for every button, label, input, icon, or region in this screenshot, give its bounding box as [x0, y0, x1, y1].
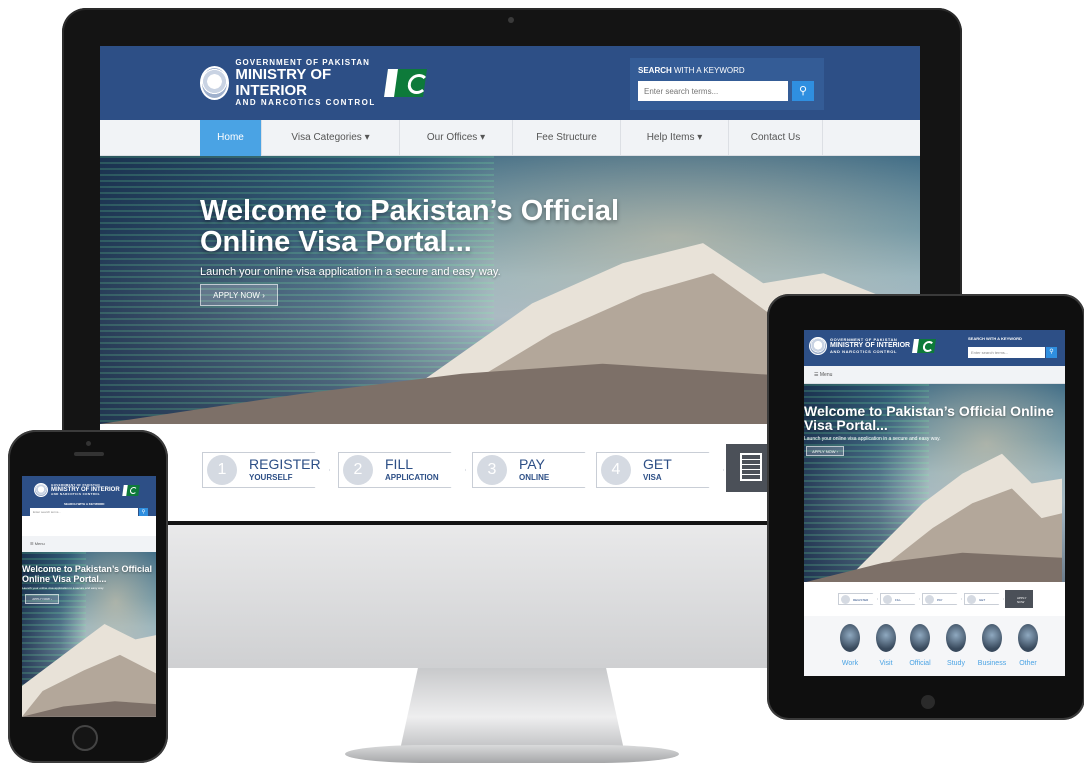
phone-speaker	[74, 452, 104, 456]
nav-contact-us[interactable]: Contact Us	[729, 120, 823, 156]
monitor-stand-neck	[400, 668, 624, 750]
nav-home[interactable]: Home	[200, 120, 262, 156]
visit-visa-icon[interactable]	[876, 624, 896, 652]
monitor-stand-foot	[345, 745, 679, 763]
step-title: GET	[643, 456, 672, 472]
step-register[interactable]: REGISTER	[838, 593, 878, 605]
step-number: 3	[477, 455, 507, 485]
study-visa-icon[interactable]	[946, 624, 966, 652]
search-label: SEARCH WITH A KEYWORD	[968, 336, 1022, 341]
hero-subtitle: Launch your online visa application in a…	[804, 436, 941, 442]
apply-now-button[interactable]: APPLY NOW ›	[25, 594, 59, 604]
nav-visa-categories[interactable]: Visa Categories ▾	[262, 120, 400, 156]
hero-title: Welcome to Pakistan’s Official Online Vi…	[22, 564, 153, 584]
hero-subtitle: Launch your online visa application in a…	[200, 266, 501, 278]
other-visa-icon[interactable]	[1018, 624, 1038, 652]
step-number: 4	[601, 455, 631, 485]
step-subtitle: YOURSELF	[249, 473, 293, 482]
tablet-home-button	[921, 695, 935, 709]
step-fill[interactable]: 2 FILL APPLICATION	[338, 452, 466, 488]
search-input[interactable]: Enter search terms...	[968, 347, 1045, 358]
process-steps: REGISTER FILL PAY GET APPLY NOW	[804, 582, 1065, 616]
hero-title: Welcome to Pakistan’s Official Online Vi…	[804, 403, 1054, 433]
hero-subtitle: Launch your online visa application in a…	[22, 586, 104, 590]
phone-screen: GOVERNMENT OF PAKISTAN MINISTRY OF INTER…	[22, 476, 156, 717]
tablet-site-logo[interactable]: GOVERNMENT OF PAKISTAN MINISTRY OF INTER…	[809, 337, 937, 355]
search-icon: ⚲	[798, 85, 808, 97]
step-get-visa[interactable]: 4 GET VISA	[596, 452, 724, 488]
pakistan-flag-icon	[121, 484, 140, 496]
monitor-camera	[508, 17, 514, 23]
apply-now-tile[interactable]: APPLY NOW	[1005, 590, 1033, 608]
phone-site-logo[interactable]: GOVERNMENT OF PAKISTAN MINISTRY OF INTER…	[34, 483, 140, 497]
nav-help-items[interactable]: Help Items ▾	[621, 120, 729, 156]
hero-title: Welcome to Pakistan’s Official Online Vi…	[200, 195, 620, 258]
step-pay[interactable]: PAY	[922, 593, 962, 605]
logo-line-3: AND NARCOTICS CONTROL	[51, 492, 101, 497]
category-label-other[interactable]: Other	[1011, 660, 1045, 667]
logo-line-3: AND NARCOTICS CONTROL	[830, 348, 898, 354]
logo-text: GOVERNMENT OF PAKISTAN MINISTRY OF INTER…	[235, 58, 380, 107]
search-input[interactable]	[638, 81, 788, 101]
tablet-screen: GOVERNMENT OF PAKISTAN MINISTRY OF INTER…	[804, 330, 1065, 676]
step-subtitle: VISA	[643, 473, 662, 482]
search-panel: SEARCH WITH A KEYWORD ⚲	[630, 58, 824, 110]
phone-camera	[86, 441, 91, 446]
search-button[interactable]: ⚲	[792, 81, 814, 101]
logo-line-3: AND NARCOTICS CONTROL	[235, 97, 376, 107]
step-fill[interactable]: FILL	[880, 593, 920, 605]
phone-site-header: GOVERNMENT OF PAKISTAN MINISTRY OF INTER…	[22, 476, 156, 516]
hero-banner: Welcome to Pakistan’s Official Online Vi…	[22, 552, 156, 717]
search-button[interactable]: ⚲	[1046, 347, 1057, 358]
site-logo[interactable]: GOVERNMENT OF PAKISTAN MINISTRY OF INTER…	[200, 58, 427, 107]
pakistan-flag-icon	[384, 69, 427, 97]
apply-now-button[interactable]: APPLY NOW ›	[806, 446, 844, 456]
nav-our-offices[interactable]: Our Offices ▾	[400, 120, 513, 156]
tablet-site-header: GOVERNMENT OF PAKISTAN MINISTRY OF INTER…	[804, 330, 1065, 366]
site-header: GOVERNMENT OF PAKISTAN MINISTRY OF INTER…	[100, 46, 920, 120]
menu-toggle[interactable]: ☰ Menu	[22, 536, 156, 552]
step-number: 2	[343, 455, 373, 485]
work-visa-icon[interactable]	[840, 624, 860, 652]
logo-text: GOVERNMENT OF PAKISTAN MINISTRY OF INTER…	[51, 483, 120, 497]
apply-now-button[interactable]: APPLY NOW ›	[200, 284, 278, 306]
search-icon: ⚲	[141, 509, 146, 515]
search-label: SEARCH WITH A KEYWORD	[64, 502, 105, 506]
search-input[interactable]: Enter search terms...	[30, 508, 138, 516]
search-button[interactable]: ⚲	[139, 508, 148, 516]
state-emblem-icon	[34, 483, 48, 497]
logo-text: GOVERNMENT OF PAKISTAN MINISTRY OF INTER…	[830, 337, 910, 354]
hero-banner: Welcome to Pakistan’s Official Online Vi…	[804, 384, 1065, 582]
state-emblem-icon	[809, 337, 827, 355]
nav-fee-structure[interactable]: Fee Structure	[513, 120, 621, 156]
state-emblem-icon	[200, 66, 230, 100]
step-subtitle: APPLICATION	[385, 473, 439, 482]
step-title: PAY	[519, 456, 545, 472]
business-visa-icon[interactable]	[982, 624, 1002, 652]
step-get-visa[interactable]: GET	[964, 593, 1004, 605]
search-icon: ⚲	[1049, 349, 1054, 355]
step-pay[interactable]: 3 PAY ONLINE	[472, 452, 600, 488]
menu-toggle[interactable]: ☰ Menu	[804, 366, 1065, 384]
logo-line-2: MINISTRY OF INTERIOR	[235, 66, 332, 99]
step-title: REGISTER	[249, 456, 321, 472]
step-number: 1	[207, 455, 237, 485]
main-nav: Home Visa Categories ▾ Our Offices ▾ Fee…	[100, 120, 920, 156]
mountain-image	[22, 624, 156, 717]
pakistan-flag-icon	[912, 339, 937, 353]
search-label: SEARCH WITH A KEYWORD	[638, 66, 745, 75]
visa-categories: Work Visit Official Study Business Other	[804, 616, 1065, 676]
step-title: FILL	[385, 456, 414, 472]
step-register[interactable]: 1 REGISTER YOURSELF	[202, 452, 330, 488]
official-visa-icon[interactable]	[910, 624, 930, 652]
category-label-business[interactable]: Business	[975, 660, 1009, 667]
phone-home-button	[72, 725, 98, 751]
category-label-visit[interactable]: Visit	[869, 660, 903, 667]
category-label-work[interactable]: Work	[833, 660, 867, 667]
category-label-official[interactable]: Official	[903, 660, 937, 667]
category-label-study[interactable]: Study	[939, 660, 973, 667]
step-subtitle: ONLINE	[519, 473, 550, 482]
